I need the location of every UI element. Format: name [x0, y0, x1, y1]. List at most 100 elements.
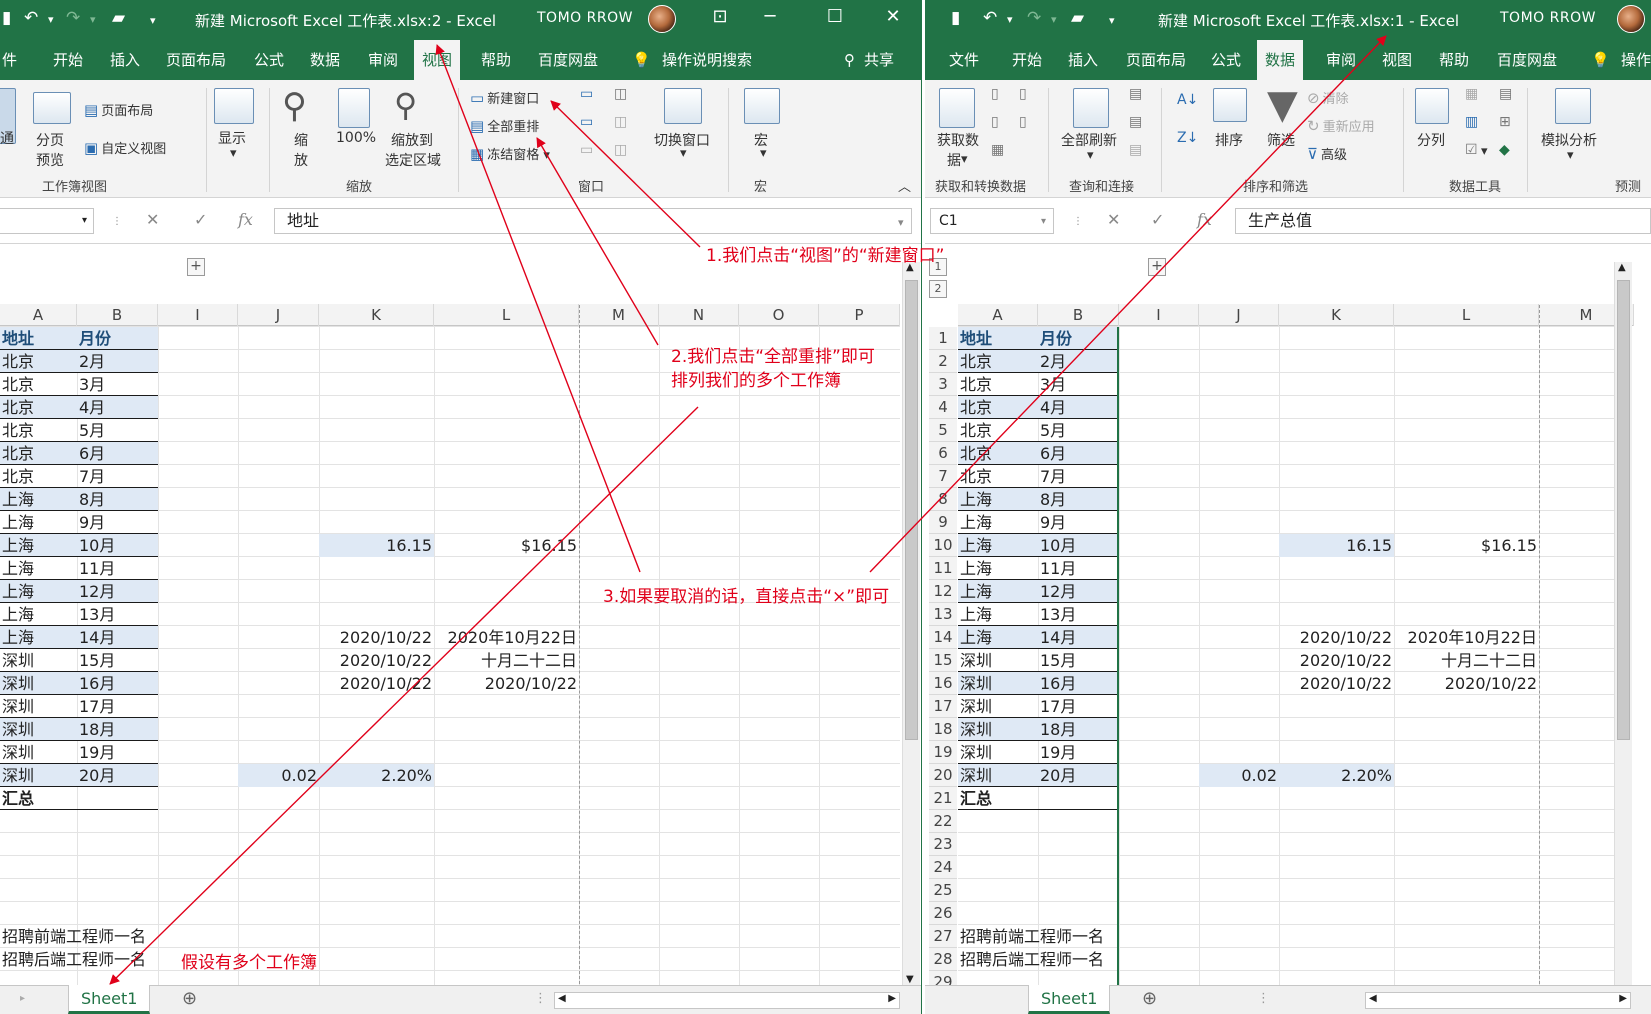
- cell[interactable]: 4月: [1038, 396, 1119, 419]
- row-header[interactable]: 23: [929, 833, 957, 856]
- row-header[interactable]: 20: [929, 764, 957, 787]
- cell[interactable]: 9月: [77, 511, 158, 534]
- name-box[interactable]: ▾: [0, 208, 94, 234]
- split-icon[interactable]: ▭: [580, 86, 593, 102]
- cell[interactable]: 2月: [77, 350, 158, 373]
- cell[interactable]: 14月: [77, 626, 158, 649]
- row-header[interactable]: 2: [929, 350, 957, 373]
- cell[interactable]: 12月: [77, 580, 158, 603]
- tab-file[interactable]: 文件: [947, 40, 981, 80]
- sort-icon[interactable]: [1213, 88, 1247, 122]
- custom-view-button[interactable]: ▣ 自定义视图: [84, 138, 166, 157]
- cell[interactable]: [77, 879, 158, 902]
- cell[interactable]: 深圳: [0, 695, 77, 718]
- cell[interactable]: 上海: [958, 626, 1038, 649]
- tab-baidu-netdisk[interactable]: 百度网盘: [536, 40, 600, 80]
- cell[interactable]: 6月: [77, 442, 158, 465]
- view-side-by-side-icon[interactable]: ◫: [614, 86, 627, 102]
- row-header[interactable]: 3: [929, 373, 957, 396]
- cell[interactable]: 深圳: [958, 695, 1038, 718]
- recent-sources-icon[interactable]: ▯: [1019, 86, 1027, 102]
- cell[interactable]: [77, 787, 158, 810]
- column-header[interactable]: O: [739, 304, 819, 326]
- expand-formula-bar-icon[interactable]: ▾: [898, 216, 904, 229]
- cell[interactable]: 18月: [1038, 718, 1119, 741]
- remove-duplicates-icon[interactable]: ▥: [1465, 114, 1478, 130]
- cell[interactable]: 2020年10月22日: [434, 626, 579, 649]
- undo-dropdown-icon[interactable]: ▾: [48, 13, 54, 26]
- column-header[interactable]: P: [819, 304, 900, 326]
- tab-data[interactable]: 数据: [1257, 40, 1304, 80]
- cell[interactable]: 地址: [0, 327, 77, 350]
- cell[interactable]: 13月: [1038, 603, 1119, 626]
- cell[interactable]: [77, 856, 158, 879]
- name-box-dropdown-icon[interactable]: ▾: [1041, 216, 1046, 227]
- column-header[interactable]: B: [1038, 304, 1119, 326]
- cell[interactable]: [1038, 925, 1119, 948]
- add-sheet-icon[interactable]: ⊕: [1142, 988, 1157, 1009]
- from-text-icon[interactable]: ▯: [991, 86, 999, 102]
- cell[interactable]: [1038, 856, 1119, 879]
- cell[interactable]: [0, 902, 77, 925]
- row-header[interactable]: 17: [929, 695, 957, 718]
- column-header[interactable]: B: [77, 304, 158, 326]
- horizontal-scrollbar[interactable]: ◀ ▶: [554, 992, 900, 1009]
- cell[interactable]: 招聘后端工程师一名: [958, 948, 1104, 971]
- tab-review[interactable]: 审阅: [366, 40, 400, 80]
- cell[interactable]: [77, 810, 158, 833]
- row-header[interactable]: 15: [929, 649, 957, 672]
- cell[interactable]: 月份: [77, 327, 158, 350]
- filter-button[interactable]: 筛选: [1267, 130, 1295, 150]
- cell[interactable]: 10月: [77, 534, 158, 557]
- what-if-analysis-button[interactable]: 模拟分析: [1541, 130, 1597, 150]
- cell[interactable]: [0, 879, 77, 902]
- cell[interactable]: [1038, 787, 1119, 810]
- customize-toolbar-icon[interactable]: ▾: [150, 14, 156, 27]
- tab-page-layout[interactable]: 页面布局: [164, 40, 228, 80]
- hide-icon[interactable]: ▭: [580, 114, 593, 130]
- cancel-icon[interactable]: ✕: [1107, 210, 1120, 229]
- cell[interactable]: 北京: [0, 396, 77, 419]
- column-header[interactable]: I: [1119, 304, 1199, 326]
- tab-split-icon[interactable]: ⋮: [534, 991, 547, 1006]
- undo-icon[interactable]: ↶: [24, 8, 38, 28]
- page-layout-button[interactable]: ▤ 页面布局: [84, 100, 153, 119]
- tab-formulas[interactable]: 公式: [252, 40, 286, 80]
- cell[interactable]: 深圳: [0, 764, 77, 787]
- name-box[interactable]: C1: [930, 208, 1054, 234]
- properties-icon[interactable]: ▤: [1129, 114, 1142, 130]
- cell[interactable]: 深圳: [0, 718, 77, 741]
- sort-za-icon[interactable]: Z↓: [1177, 130, 1198, 146]
- vertical-scrollbar[interactable]: ▲ ▼: [902, 262, 920, 985]
- column-header[interactable]: J: [1199, 304, 1279, 326]
- cell[interactable]: 18月: [77, 718, 158, 741]
- expand-outline-button[interactable]: +: [187, 258, 205, 276]
- tab-view[interactable]: 视图: [1380, 40, 1414, 80]
- tab-home[interactable]: 开始: [51, 40, 85, 80]
- cell[interactable]: 14月: [1038, 626, 1119, 649]
- macros-dropdown-icon[interactable]: ▾: [760, 146, 767, 161]
- folder-icon[interactable]: ▰: [1071, 8, 1084, 28]
- page-break-preview-button[interactable]: 分页: [36, 130, 64, 150]
- cell[interactable]: [1038, 879, 1119, 902]
- cell[interactable]: 16.15: [319, 534, 434, 557]
- cell[interactable]: 11月: [1038, 557, 1119, 580]
- cell[interactable]: 北京: [958, 396, 1038, 419]
- cell[interactable]: [1038, 833, 1119, 856]
- undo-dropdown-icon[interactable]: ▾: [1007, 13, 1013, 26]
- cell[interactable]: 北京: [0, 442, 77, 465]
- cell[interactable]: 2月: [1038, 350, 1119, 373]
- column-header[interactable]: A: [0, 304, 77, 326]
- advanced-filter-button[interactable]: ⊽ 高级: [1307, 144, 1347, 163]
- cell[interactable]: [0, 810, 77, 833]
- cell[interactable]: 0.02: [1199, 764, 1279, 787]
- cell[interactable]: 2020/10/22: [319, 672, 434, 695]
- cell[interactable]: 上海: [0, 488, 77, 511]
- zoom-to-selection-icon[interactable]: ⚲: [394, 86, 417, 124]
- row-header[interactable]: 24: [929, 856, 957, 879]
- cell[interactable]: 10月: [1038, 534, 1119, 557]
- consolidate-icon[interactable]: ▤: [1499, 86, 1512, 102]
- switch-window-icon[interactable]: [664, 88, 702, 124]
- cell[interactable]: [958, 833, 1038, 856]
- ribbon-display-icon[interactable]: ⊡: [700, 6, 740, 27]
